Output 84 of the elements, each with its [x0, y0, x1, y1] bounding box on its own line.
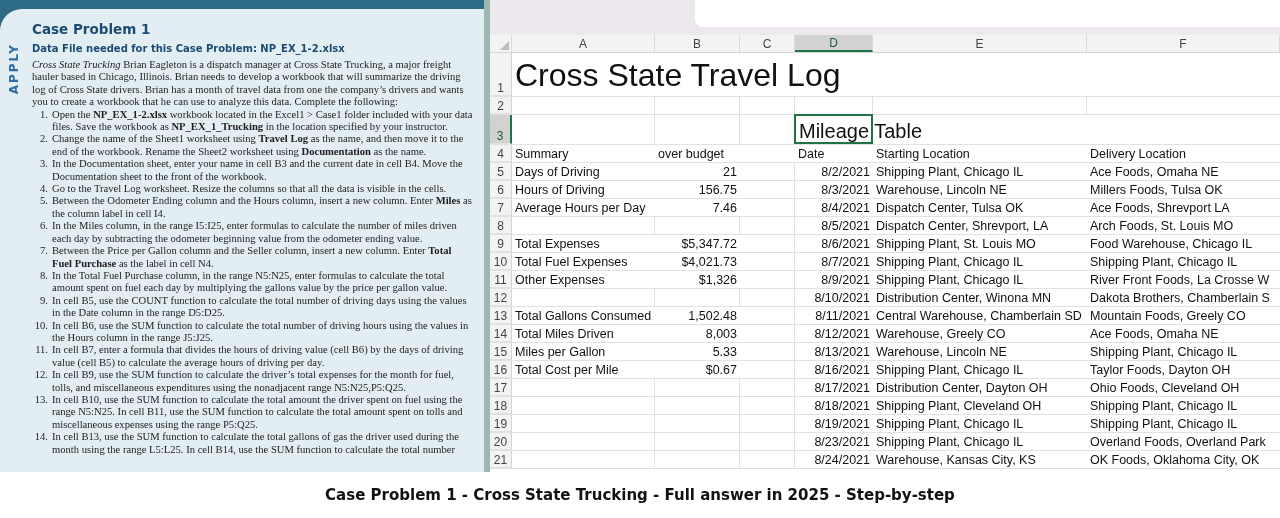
row-header[interactable]: 20 [490, 433, 512, 450]
active-cell[interactable] [794, 114, 873, 144]
case-title: Case Problem 1 [32, 21, 152, 37]
step-number: 2. [39, 133, 48, 147]
select-all-icon[interactable] [500, 41, 509, 50]
step-number: 14. [33, 431, 48, 445]
intro-paragraph: Cross State Trucking Brian Eagleton is a dispatch manager at Cross State Trucking, a major freight hauler based in Chicago, Illinois. Brian needs to develop a workbook that will summarize the driving log of Cross State drivers. Brian has a month of travel data from one the company’s drivers and wants you to create a workbook that he can use to analyze this data. Complete the following: [32, 59, 465, 109]
table-cell: Shipping Plant, Chicago IL [873, 253, 1087, 270]
table-cell: Shipping Plant, Chicago IL [873, 163, 1087, 180]
table-cell: Average Hours per Day [512, 199, 655, 216]
data-file-heading: Data File needed for this Case Problem: NP_EX_1-2.xlsx [32, 43, 346, 54]
table-cell: Total Miles Driven [512, 325, 655, 342]
row-header[interactable]: 12 [490, 289, 512, 306]
table-cell: Warehouse, Lincoln NE [873, 181, 1087, 198]
row-header[interactable]: 9 [490, 235, 512, 252]
step-text: In cell B9, use the SUM function to calculate the driver’s total expenses for the month for fuel, tolls, and miscellaneous expenditures using the nonadjacent range N5:N25,P5:Q25. [52, 369, 455, 394]
table-cell: Shipping Plant, Cleveland OH [873, 397, 1087, 414]
column-header[interactable]: A [512, 35, 655, 52]
step-number: 10. [33, 319, 48, 333]
row-header[interactable]: 1 [490, 53, 512, 96]
step-number: 7. [39, 245, 48, 259]
row-header[interactable]: 13 [490, 307, 512, 324]
table-cell: Shipping Plant, St. Louis MO [873, 235, 1087, 252]
step-text: Between the Odometer Ending column and the Hours column, insert a new column. Enter Miles as the column label in cell I4. [52, 195, 473, 221]
row-header[interactable]: 17 [490, 379, 512, 396]
row-header[interactable]: 16 [490, 361, 512, 378]
table-cell: Shipping Plant, Chicago IL [873, 415, 1087, 432]
row-header[interactable]: 8 [490, 217, 512, 234]
row-header[interactable]: 3 [490, 115, 512, 144]
row-header[interactable]: 18 [490, 397, 512, 414]
column-header[interactable]: E [873, 35, 1087, 52]
step-text: In cell B6, use the SUM function to calculate the total number of driving hours using the values in the Hours column in the range J5:J25. [52, 319, 470, 345]
table-cell: Total Fuel Expenses [512, 253, 655, 270]
step-text: In cell B10, use the SUM function to calculate the total amount the driver spent on fuel using the range N5:N25. In cell B11, use the SUM function to calculate the total amount spent on tolls and miscellaneous expenses using the range P5:Q25. [52, 393, 464, 432]
step-number: 13. [33, 393, 48, 407]
row-header[interactable]: 4 [490, 145, 512, 162]
side-label: APPLY [7, 43, 21, 95]
table-cell: Warehouse, Lincoln NE [873, 343, 1087, 360]
column-label: Summary [512, 145, 655, 162]
row-header[interactable]: 6 [490, 181, 512, 198]
video-caption: Case Problem 1 - Cross State Trucking - Full answer in 2025 - Step-by-step [325, 486, 955, 504]
step-text: In the Documentation sheet, enter your name in cell B3 and the current date in cell B4. Move the Documentation sheet to the front of the workbook. [52, 158, 464, 184]
table-cell: Shipping Plant, Chicago IL [873, 271, 1087, 288]
table-cell: Shipping Plant, Chicago IL [873, 361, 1087, 378]
step-number: 1. [39, 108, 48, 122]
step-text: In the Total Fuel Purchase column, in the range N5:N25, enter formulas to calculate the total amount spent on fuel each day by multiplying the gallons value by the price per gallon value. [52, 269, 449, 295]
step-number: 9. [39, 294, 48, 308]
column-header[interactable]: D [795, 35, 873, 52]
table-cell: Shipping Plant, Chicago IL [873, 433, 1087, 450]
table-cell: Warehouse, Kansas City, KS [873, 451, 1087, 468]
step-number: 6. [39, 220, 48, 234]
row-header[interactable]: 10 [490, 253, 512, 270]
table-cell: Central Warehouse, Chamberlain SD [873, 307, 1087, 324]
column-label: Starting Location [873, 145, 1087, 162]
row-header[interactable]: 7 [490, 199, 512, 216]
step-number: 8. [39, 269, 48, 283]
step-number: 12. [33, 369, 48, 383]
step-text: Go to the Travel Log worksheet. Resize the columns so that all the data is visible in the cells. [52, 183, 448, 196]
column-header[interactable]: F [1087, 35, 1280, 52]
step-text: Open the NP_EX_1-2.xlsx workbook located in the Excel1 > Case1 folder included with your data files. Save the workbook as NP_EX_1_Trucking in the location specified by your instructor. [52, 108, 474, 134]
step-text: In cell B7, enter a formula that divides the hours of driving value (cell B6) by the days of driving value (cell B5) to calculate the average hours of driving per day. [52, 344, 465, 370]
step-text: In cell B5, use the COUNT function to calculate the total number of driving days using the values in the Date column in the range D5:D25. [52, 294, 468, 320]
row-header[interactable]: 21 [490, 451, 512, 468]
step-text: In the Miles column, in the range I5:I25, enter formulas to calculate the number of miles driven each day by subtracting the odometer beginning value from the odometer ending value. [52, 220, 458, 246]
table-cell: Total Expenses [512, 235, 655, 252]
table-cell: Warehouse, Greely CO [873, 325, 1087, 342]
step-text: Between the Price per Gallon column and the Seller column, insert a new column. Enter Total Fuel Purchase as the label in cell N4. [52, 245, 453, 270]
row-header[interactable]: 15 [490, 343, 512, 360]
step-number: 3. [39, 158, 48, 172]
row-header[interactable]: 2 [490, 97, 512, 114]
row-header[interactable]: 11 [490, 271, 512, 288]
step-number: 11. [34, 344, 48, 358]
column-header[interactable]: B [655, 35, 740, 52]
step-number: 4. [39, 183, 48, 196]
table-cell: Total Cost per Mile [512, 361, 655, 378]
step-text: In cell B13, use the SUM function to calculate the total gallons of gas the driver used during the month using the range L5:L25. In cell B14, use the SUM function to calculate the total number [52, 431, 460, 456]
column-label: over budget [655, 145, 795, 162]
row-header[interactable]: 5 [490, 163, 512, 180]
row-header[interactable]: 19 [490, 415, 512, 432]
table-cell: Total Gallons Consumed [512, 307, 655, 324]
table-cell: Other Expenses [512, 271, 655, 288]
step-number: 5. [39, 195, 48, 209]
row-header[interactable]: 14 [490, 325, 512, 342]
step-text: Change the name of the Sheet1 worksheet using Travel Log as the name, and then move it to the end of the workbook. Rename the Sheet2 worksheet using Documentation as the name. [52, 133, 465, 159]
